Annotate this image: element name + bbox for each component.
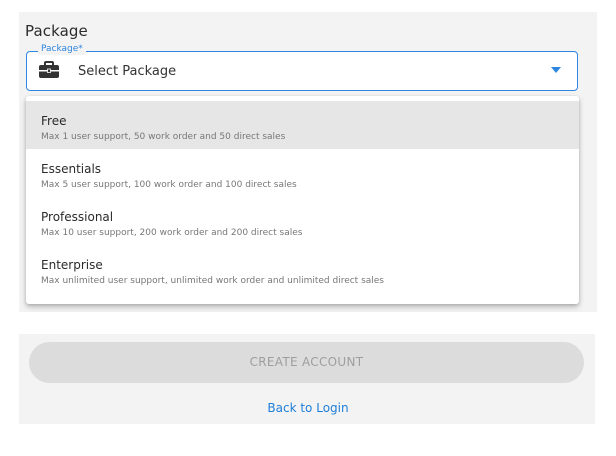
package-option-free[interactable]: Free Max 1 user support, 50 work order a… <box>26 101 579 149</box>
option-description: Max 5 user support, 100 work order and 1… <box>41 180 297 190</box>
package-field-label: Package* <box>38 43 86 55</box>
option-title: Essentials <box>41 162 102 176</box>
option-title: Free <box>41 114 67 128</box>
option-description: Max unlimited user support, unlimited wo… <box>41 276 384 286</box>
back-to-login-link[interactable]: Back to Login <box>0 401 616 415</box>
package-dropdown-menu: Free Max 1 user support, 50 work order a… <box>26 96 579 304</box>
package-section-title: Package <box>25 22 88 40</box>
create-account-button[interactable]: CREATE ACCOUNT <box>29 342 584 383</box>
option-title: Professional <box>41 210 114 224</box>
package-option-professional[interactable]: Professional Max 10 user support, 200 wo… <box>26 197 579 245</box>
package-option-essentials[interactable]: Essentials Max 5 user support, 100 work … <box>26 149 579 197</box>
option-description: Max 10 user support, 200 work order and … <box>41 228 303 238</box>
option-description: Max 1 user support, 50 work order and 50… <box>41 132 286 142</box>
package-option-enterprise[interactable]: Enterprise Max unlimited user support, u… <box>26 245 579 293</box>
signup-page: Package Package* Select Package Free Max… <box>0 0 616 456</box>
option-title: Enterprise <box>41 258 103 272</box>
briefcase-icon <box>39 61 59 78</box>
package-select-value: Select Package <box>78 64 177 79</box>
caret-down-icon[interactable] <box>551 67 561 73</box>
